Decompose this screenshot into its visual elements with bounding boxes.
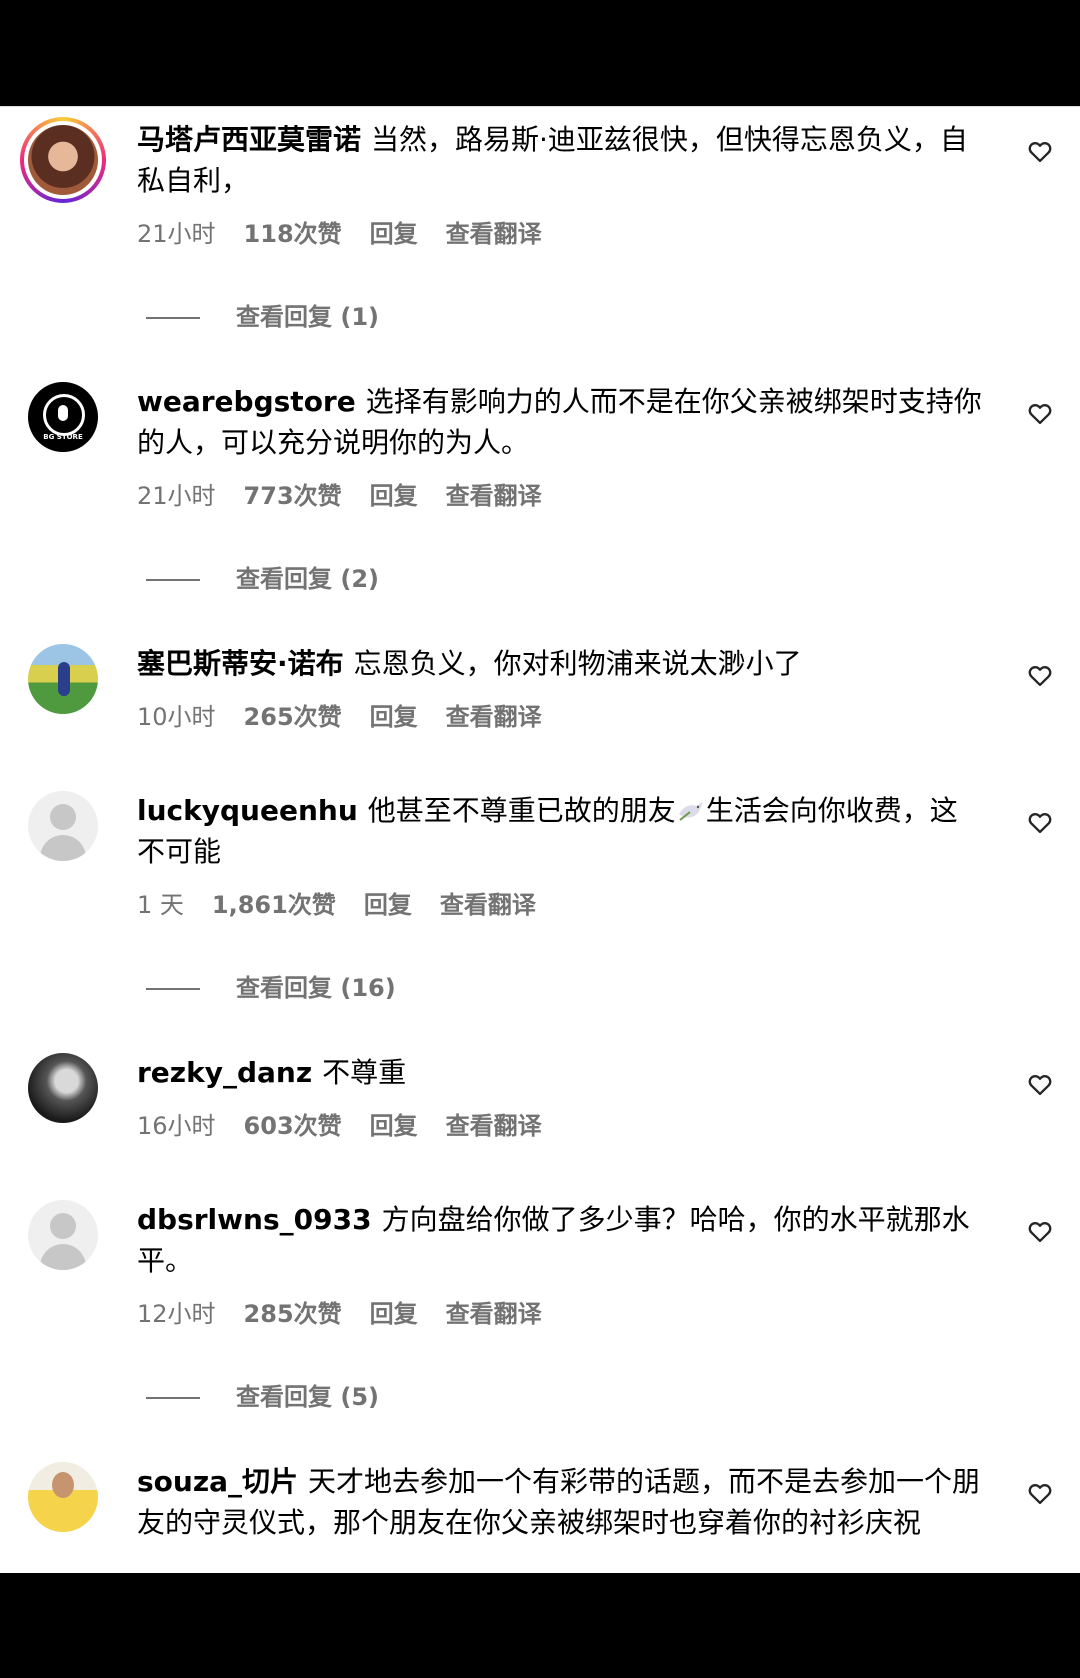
comment-likes[interactable]: 1,861次赞 [212, 891, 336, 919]
heart-icon[interactable] [1026, 1217, 1054, 1245]
brand-logo-icon [43, 394, 85, 436]
comment-time: 12小时 [137, 1300, 216, 1328]
comment-username[interactable]: wearebgstore [137, 385, 356, 418]
replies-divider [146, 988, 200, 990]
comment-body: 忘恩负义，你对利物浦来说太渺小了 [353, 647, 802, 680]
comment-meta: 1 天 1,861次赞 回复 查看翻译 [137, 885, 982, 919]
reply-button[interactable]: 回复 [370, 220, 418, 248]
avatar[interactable] [20, 117, 106, 203]
avatar[interactable] [28, 1462, 98, 1532]
comment-username[interactable]: dbsrlwns_0933 [137, 1203, 372, 1236]
comment-text: 马塔卢西亚莫雷诺 当然，路易斯·迪亚兹很快，但快得忘恩负义，自私自利， [137, 119, 982, 201]
heart-icon[interactable] [1026, 137, 1054, 165]
heart-icon[interactable] [1026, 1070, 1054, 1098]
comment-text: dbsrlwns_0933 方向盘给你做了多少事？哈哈，你的水平就那水平。 [137, 1199, 982, 1281]
comment-meta: 21小时 773次赞 回复 查看翻译 [137, 476, 982, 510]
view-replies-button[interactable]: 查看回复 (1) [146, 297, 379, 331]
comment-username[interactable]: rezky_danz [137, 1056, 312, 1089]
comment-time: 1 天 [137, 891, 184, 919]
comment-username[interactable]: luckyqueenhu [137, 794, 358, 827]
view-replies-button[interactable]: 查看回复 (2) [146, 559, 379, 593]
avatar[interactable] [28, 1200, 98, 1270]
comment-likes[interactable]: 118次赞 [244, 220, 342, 248]
comment-text: rezky_danz 不尊重 [137, 1052, 982, 1093]
comment-time: 16小时 [137, 1112, 216, 1140]
comment-text: wearebgstore 选择有影响力的人而不是在你父亲被绑架时支持你的人，可以充… [137, 381, 982, 463]
dove-icon [678, 802, 703, 821]
comment-time: 10小时 [137, 703, 216, 731]
replies-divider [146, 317, 200, 319]
see-translation-button[interactable]: 查看翻译 [440, 891, 536, 919]
comment-meta: 21小时 118次赞 回复 查看翻译 [137, 214, 982, 248]
reply-button[interactable]: 回复 [370, 482, 418, 510]
comment-username[interactable]: 塞巴斯蒂安·诺布 [137, 647, 344, 680]
avatar[interactable] [28, 644, 98, 714]
top-letterbox [0, 0, 1080, 106]
comment-username[interactable]: souza_切片 [137, 1465, 298, 1498]
heart-icon[interactable] [1026, 1479, 1054, 1507]
comment-likes[interactable]: 773次赞 [244, 482, 342, 510]
comment-meta: 10小时 265次赞 回复 查看翻译 [137, 697, 982, 731]
see-translation-button[interactable]: 查看翻译 [446, 220, 542, 248]
see-translation-button[interactable]: 查看翻译 [446, 1300, 542, 1328]
default-avatar-icon [50, 804, 76, 830]
avatar-photo [28, 125, 98, 195]
comment-username[interactable]: 马塔卢西亚莫雷诺 [137, 123, 361, 156]
comment-body: 不尊重 [322, 1056, 407, 1089]
view-replies-button[interactable]: 查看回复 (5) [146, 1377, 379, 1411]
comment-meta: 16小时 603次赞 回复 查看翻译 [137, 1106, 982, 1140]
comments-list[interactable]: 马塔卢西亚莫雷诺 当然，路易斯·迪亚兹很快，但快得忘恩负义，自私自利， 21小时 1… [0, 107, 1080, 1573]
bottom-letterbox [0, 1573, 1080, 1678]
avatar-logo-text: BG STORE [43, 433, 83, 441]
comment-text: souza_切片 天才地去参加一个有彩带的话题，而不是去参加一个朋友的守灵仪式，那… [137, 1461, 982, 1543]
see-translation-button[interactable]: 查看翻译 [446, 482, 542, 510]
reply-button[interactable]: 回复 [364, 891, 412, 919]
avatar[interactable] [28, 1053, 98, 1123]
view-replies-button[interactable]: 查看回复 (16) [146, 968, 396, 1002]
comment-text: luckyqueenhu 他甚至不尊重已故的朋友 生活会向你收费，这不可能 [137, 790, 982, 872]
reply-button[interactable]: 回复 [370, 703, 418, 731]
heart-icon[interactable] [1026, 808, 1054, 836]
see-translation-button[interactable]: 查看翻译 [446, 703, 542, 731]
avatar[interactable]: BG STORE [28, 382, 98, 452]
avatar[interactable] [28, 791, 98, 861]
comment-time: 21小时 [137, 220, 216, 248]
comment-likes[interactable]: 603次赞 [244, 1112, 342, 1140]
default-avatar-icon [50, 1213, 76, 1239]
comment-body-part: 他甚至不尊重已故的朋友 [367, 794, 676, 827]
heart-icon[interactable] [1026, 661, 1054, 689]
replies-divider [146, 1397, 200, 1399]
replies-divider [146, 579, 200, 581]
comment-text: 塞巴斯蒂安·诺布 忘恩负义，你对利物浦来说太渺小了 [137, 643, 982, 684]
reply-button[interactable]: 回复 [370, 1300, 418, 1328]
comment-time: 21小时 [137, 482, 216, 510]
comment-likes[interactable]: 265次赞 [244, 703, 342, 731]
see-translation-button[interactable]: 查看翻译 [446, 1112, 542, 1140]
comment-likes[interactable]: 285次赞 [244, 1300, 342, 1328]
comment-meta: 12小时 285次赞 回复 查看翻译 [137, 1294, 982, 1328]
reply-button[interactable]: 回复 [370, 1112, 418, 1140]
heart-icon[interactable] [1026, 399, 1054, 427]
